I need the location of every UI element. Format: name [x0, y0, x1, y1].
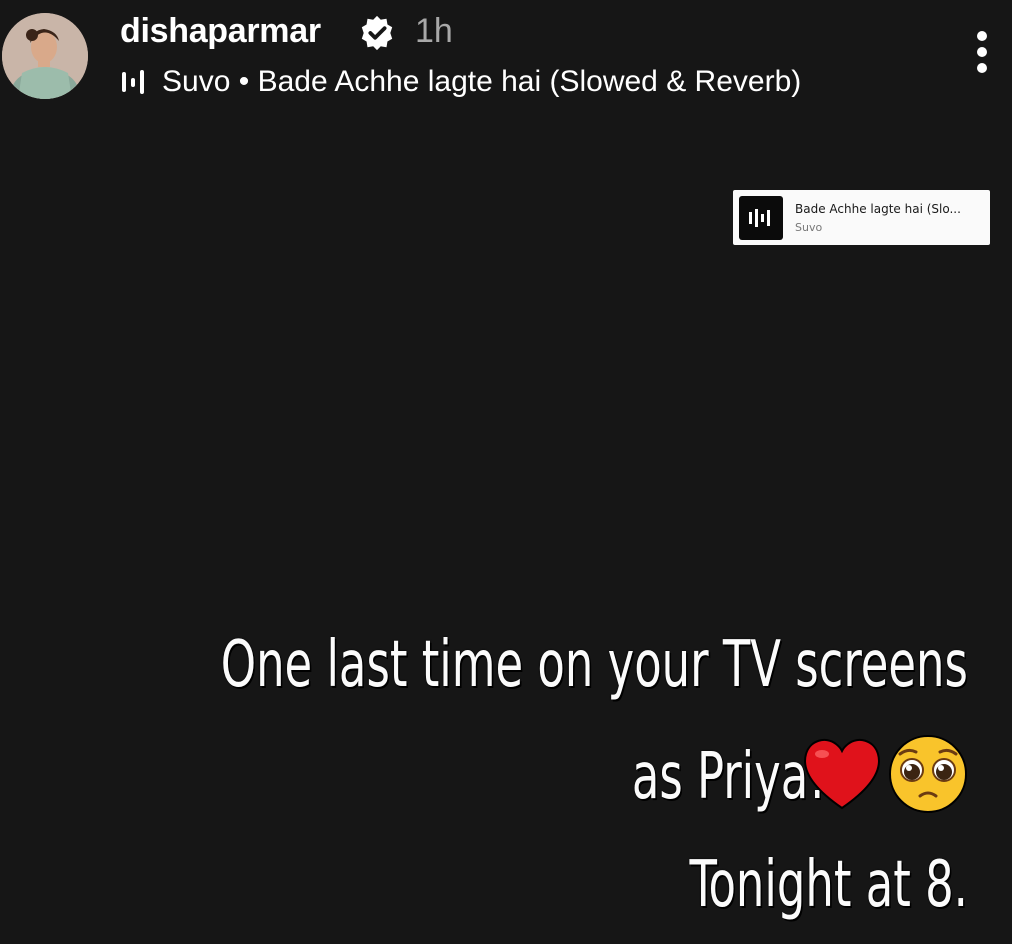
music-song: Bade Achhe lagte hai (Slowed & Reverb) — [257, 65, 802, 98]
verified-badge-icon — [361, 15, 393, 51]
caption-line-1: One last time on your TV screens — [220, 628, 968, 702]
more-vertical-icon[interactable] — [968, 28, 996, 78]
music-artist: Suvo — [162, 65, 231, 98]
music-sticker[interactable]: Bade Achhe lagte hai (Slo... Suvo — [733, 190, 990, 245]
story-header: dishaparmar 1h Suvo • Bade Achhe lagte h… — [0, 0, 1012, 115]
caption-line-2: as Priya! — [632, 740, 826, 814]
red-heart-emoji — [804, 738, 880, 810]
caption-line-3: Tonight at 8. — [689, 848, 968, 922]
music-info[interactable]: Suvo • Bade Achhe lagte hai (Slowed & Re… — [120, 62, 801, 102]
sticker-artist: Suvo — [795, 221, 823, 234]
sticker-title: Bade Achhe lagte hai (Slo... — [795, 202, 961, 216]
username[interactable]: dishaparmar — [120, 12, 321, 51]
audio-bars-icon — [122, 70, 144, 94]
pleading-face-emoji — [889, 735, 967, 813]
caption-emojis — [800, 730, 976, 816]
music-separator: • — [230, 65, 258, 98]
avatar[interactable] — [2, 13, 88, 99]
caption-line-2-text: as Priya! — [631, 740, 826, 814]
sticker-album-art — [739, 196, 783, 240]
sticker-bars-icon — [749, 209, 770, 227]
post-time: 1h — [415, 12, 453, 50]
